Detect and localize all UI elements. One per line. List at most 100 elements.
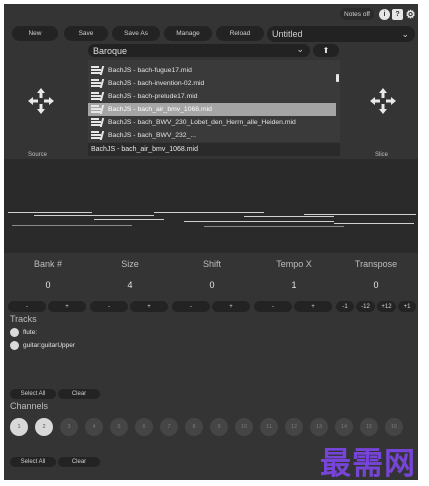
file-item[interactable]: BachJS - bach-invention-02.mid xyxy=(88,77,336,90)
note xyxy=(8,212,92,213)
slice-label: Slice xyxy=(375,152,389,158)
midi-file-icon xyxy=(91,92,105,101)
midi-file-icon xyxy=(91,105,105,114)
folder-up-button[interactable]: ⬆ xyxy=(313,44,339,57)
note xyxy=(184,221,334,222)
bank-label: Bank # xyxy=(33,259,63,269)
size-minus-button[interactable]: - xyxy=(90,301,128,312)
file-name: BachJS - bach_BWV_232_... xyxy=(108,132,197,139)
channel-toggle[interactable]: 4 xyxy=(85,418,103,436)
preset-name-dropdown[interactable]: Untitled ⌄ xyxy=(267,26,415,42)
channel-toggle[interactable]: 14 xyxy=(335,418,353,436)
note xyxy=(244,216,334,217)
channels-title: Channels xyxy=(10,401,49,411)
transpose-plus-1-button[interactable]: +1 xyxy=(398,301,416,312)
midi-file-icon xyxy=(91,131,105,140)
transpose-minus-1-button[interactable]: -1 xyxy=(336,301,354,312)
channel-toggle[interactable]: 5 xyxy=(110,418,128,436)
piano-roll xyxy=(4,159,418,253)
tracks-select-all-button[interactable]: Select All xyxy=(10,389,56,399)
file-item[interactable]: BachJS - bach_BWV_232_... xyxy=(88,129,336,142)
folder-name: Baroque xyxy=(93,45,128,56)
file-name: BachJS - bach-fugue17.mid xyxy=(108,67,192,74)
bank-minus-button[interactable]: - xyxy=(8,301,46,312)
track-toggle[interactable] xyxy=(10,327,19,337)
help-icon[interactable]: ? xyxy=(392,9,403,20)
size-plus-button[interactable]: + xyxy=(130,301,168,312)
channel-toggle[interactable]: 12 xyxy=(285,418,303,436)
note xyxy=(34,215,154,216)
size-label: Size xyxy=(121,259,139,269)
tempo-label: Tempo X xyxy=(276,259,312,269)
midi-file-icon xyxy=(91,79,105,88)
tempo-minus-button[interactable]: - xyxy=(254,301,292,312)
notes-toggle[interactable]: Notes off xyxy=(340,8,374,20)
file-item[interactable]: BachJS - bach-prelude17.mid xyxy=(88,90,336,103)
channel-toggle[interactable]: 3 xyxy=(60,418,78,436)
source-label: Source xyxy=(28,152,48,158)
bank-value: 0 xyxy=(45,280,51,290)
channel-toggle[interactable]: 8 xyxy=(185,418,203,436)
watermark: 最需网 xyxy=(320,446,416,480)
note xyxy=(334,223,414,224)
midi-file-icon xyxy=(91,118,105,127)
shift-minus-button[interactable]: - xyxy=(172,301,210,312)
channel-toggle[interactable]: 6 xyxy=(135,418,153,436)
source-move-icon[interactable] xyxy=(26,86,56,116)
preset-name: Untitled xyxy=(272,29,303,39)
reload-button[interactable]: Reload xyxy=(216,26,264,41)
chevron-down-icon: ⌄ xyxy=(401,29,409,39)
file-item[interactable]: BachJS - bach_BWV_230_Lobet_den_Herrn_al… xyxy=(88,116,336,129)
shift-label: Shift xyxy=(202,259,221,269)
bank-plus-button[interactable]: + xyxy=(48,301,86,312)
channel-toggle[interactable]: 2 xyxy=(35,418,53,436)
channel-toggle[interactable]: 7 xyxy=(160,418,178,436)
track-name: guitar:guitarUpper xyxy=(23,341,76,349)
tracks-title: Tracks xyxy=(10,314,37,324)
file-list-scrollbar[interactable] xyxy=(336,74,339,82)
current-file-name: BachJS - bach_air_bmv_1068.mid xyxy=(88,143,340,156)
tempo-plus-button[interactable]: + xyxy=(294,301,332,312)
channel-toggle[interactable]: 10 xyxy=(235,418,253,436)
save-as-button[interactable]: Save As xyxy=(112,26,160,41)
gear-icon[interactable]: ⚙ xyxy=(405,9,416,21)
folder-dropdown[interactable]: Baroque ⌄ xyxy=(88,44,310,57)
tracks-clear-button[interactable]: Clear xyxy=(58,389,100,399)
file-name: BachJS - bach_air_bmv_1068.mid xyxy=(108,106,212,113)
info-icon[interactable]: i xyxy=(379,9,390,20)
new-button[interactable]: New xyxy=(12,26,58,41)
transpose-label: Transpose xyxy=(354,259,398,269)
save-button[interactable]: Save xyxy=(64,26,108,41)
manage-button[interactable]: Manage xyxy=(164,26,212,41)
slice-move-icon[interactable] xyxy=(368,86,398,116)
track-toggle[interactable] xyxy=(10,340,19,350)
app-window: Notes off i ? ⚙ New Save Save As Manage … xyxy=(4,4,418,480)
channels-clear-button[interactable]: Clear xyxy=(58,457,100,467)
channel-toggle[interactable]: 1 xyxy=(10,418,28,436)
channel-toggle[interactable]: 11 xyxy=(260,418,278,436)
file-item[interactable]: BachJS - bach-fugue17.mid xyxy=(88,64,336,77)
file-name: BachJS - bach_BWV_230_Lobet_den_Herrn_al… xyxy=(108,119,296,126)
channels-select-all-button[interactable]: Select All xyxy=(10,457,56,467)
file-item-selected[interactable]: BachJS - bach_air_bmv_1068.mid xyxy=(88,103,336,116)
channel-toggle[interactable]: 16 xyxy=(385,418,403,436)
channel-toggle[interactable]: 13 xyxy=(310,418,328,436)
file-name: BachJS - bach-prelude17.mid xyxy=(108,93,198,100)
transpose-minus-12-button[interactable]: -12 xyxy=(356,301,375,312)
arrow-up-icon: ⬆ xyxy=(322,46,330,55)
shift-value: 0 xyxy=(209,280,215,290)
track-item[interactable]: flute: xyxy=(10,326,37,338)
track-item[interactable]: guitar:guitarUpper xyxy=(10,339,75,351)
note xyxy=(304,214,416,215)
file-name: BachJS - bach-invention-02.mid xyxy=(108,80,205,87)
tempo-value: 1 xyxy=(291,280,297,290)
file-list[interactable]: BachJS - bach-fugue17.mid BachJS - bach-… xyxy=(88,60,340,142)
shift-plus-button[interactable]: + xyxy=(212,301,250,312)
note xyxy=(12,225,132,226)
channel-toggle[interactable]: 9 xyxy=(210,418,228,436)
transpose-plus-12-button[interactable]: +12 xyxy=(377,301,396,312)
track-name: flute: xyxy=(23,328,38,336)
note xyxy=(154,212,264,213)
chevron-down-icon: ⌄ xyxy=(296,44,304,54)
channel-toggle[interactable]: 15 xyxy=(360,418,378,436)
